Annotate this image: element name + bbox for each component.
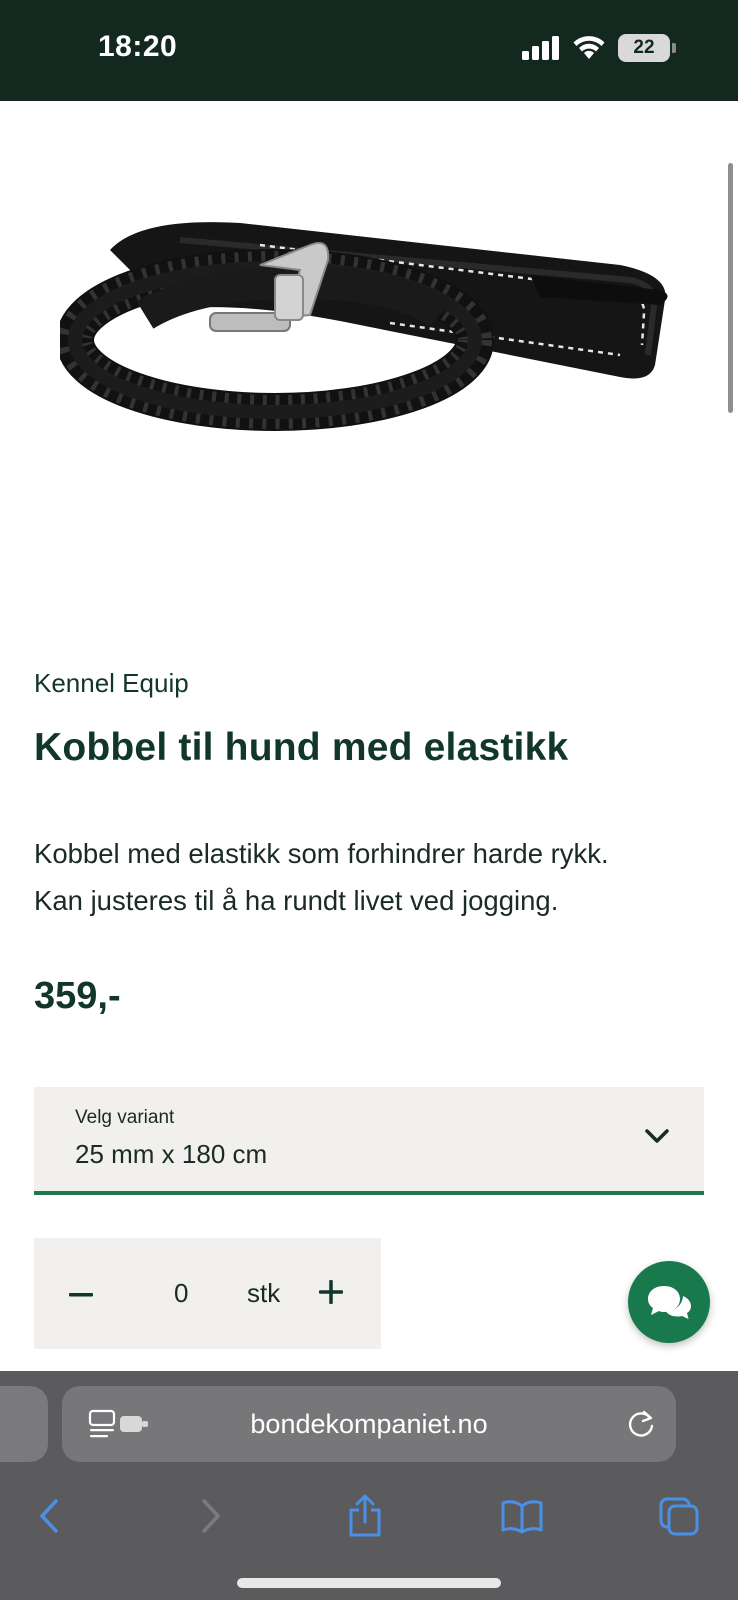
back-icon [40,1499,58,1533]
description-line: Kobbel med elastikk som forhindrer harde… [34,838,609,869]
forward-button[interactable] [186,1491,236,1541]
battery-level: 22 [633,37,655,58]
quantity-stepper: 0 stk [34,1238,381,1349]
quantity-value[interactable]: 0 [174,1278,188,1309]
product-image [60,222,668,431]
status-icons: 22 [522,34,676,62]
status-time: 18:20 [98,30,178,63]
previous-tab-preview[interactable] [0,1386,48,1462]
product-description: Kobbel med elastikk som forhindrer harde… [34,830,714,924]
wifi-icon [573,36,605,59]
quantity-unit: stk [247,1278,281,1308]
home-indicator[interactable] [237,1578,501,1588]
description-line: Kan justeres til å ha rundt livet ved jo… [34,885,559,916]
variant-label: Velg variant [75,1107,175,1128]
forward-icon [202,1499,220,1533]
variant-selected-value: 25 mm x 180 cm [75,1139,268,1169]
browser-nav-row [0,1481,738,1551]
browser-toolbar: bondekompaniet.no [0,1371,738,1600]
variant-select[interactable]: Velg variant 25 mm x 180 cm [34,1087,704,1195]
page-scrollbar[interactable] [728,163,733,413]
bookmarks-icon [501,1500,543,1534]
decrease-quantity-button[interactable] [64,1278,98,1312]
chevron-down-icon [645,1129,669,1143]
increase-quantity-button[interactable] [314,1275,348,1309]
product-price: 359,- [34,975,121,1017]
url-text[interactable]: bondekompaniet.no [62,1409,676,1440]
share-button[interactable] [340,1491,390,1541]
back-button[interactable] [24,1491,74,1541]
cellular-signal-icon [522,36,559,60]
bookmarks-button[interactable] [497,1491,547,1541]
battery-icon: 22 [618,34,676,62]
product-brand[interactable]: Kennel Equip [34,668,189,699]
tabs-button[interactable] [654,1491,704,1541]
tabs-icon [659,1497,699,1536]
status-bar: 18:20 22 [0,0,738,101]
reload-icon[interactable] [626,1408,656,1440]
chat-button[interactable] [628,1261,710,1343]
minus-icon [69,1293,93,1297]
plus-icon [319,1280,343,1304]
share-icon [349,1494,381,1537]
address-bar[interactable]: bondekompaniet.no [62,1386,676,1462]
product-title: Kobbel til hund med elastikk [34,726,569,769]
chat-icon [648,1286,691,1319]
